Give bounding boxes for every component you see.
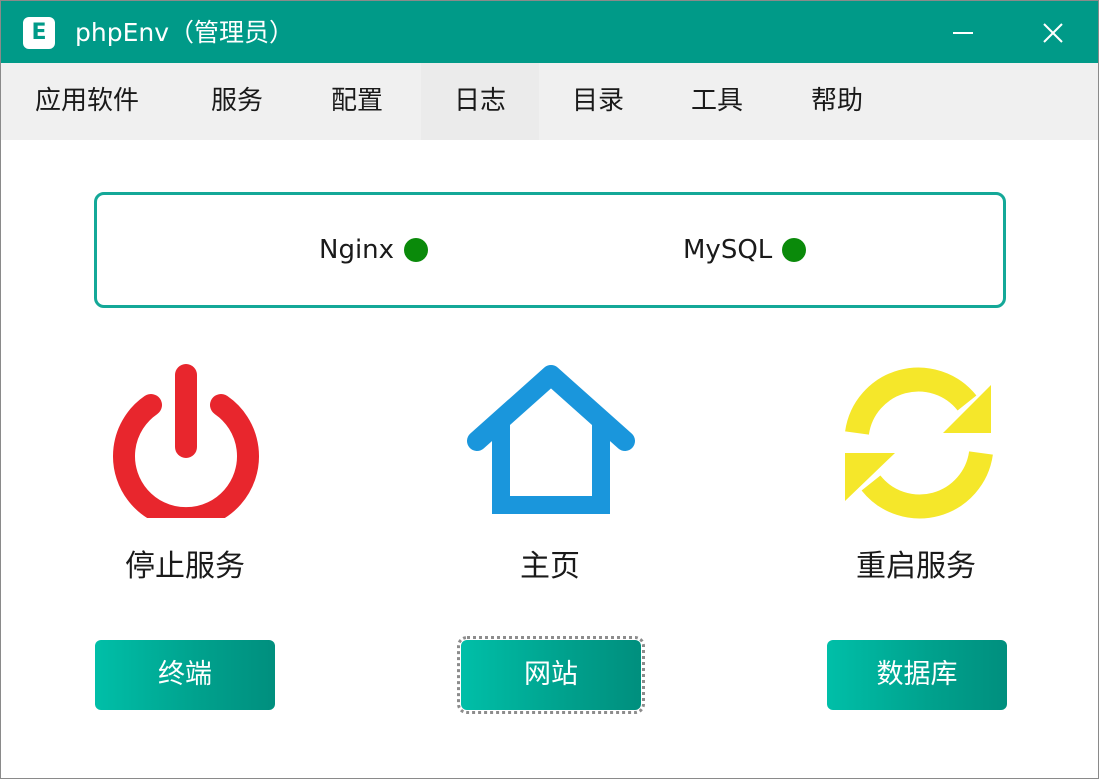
- restart-service-label[interactable]: 重启服务: [766, 547, 1066, 587]
- service-status-panel: Nginx MySQL: [94, 192, 1006, 308]
- home-action[interactable]: [463, 361, 639, 521]
- app-window: E phpEnv（管理员） 应用软件 服务 配置 日志 目录 工具 帮助 Ngi…: [0, 0, 1099, 779]
- website-button[interactable]: 网站: [457, 636, 645, 714]
- terminal-button[interactable]: 终端: [95, 640, 275, 710]
- title-bar[interactable]: E phpEnv（管理员）: [1, 1, 1098, 63]
- status-nginx: Nginx: [319, 195, 429, 305]
- status-mysql: MySQL: [683, 195, 807, 305]
- menu-bar: 应用软件 服务 配置 日志 目录 工具 帮助: [1, 63, 1098, 140]
- menu-item-directory[interactable]: 目录: [572, 63, 624, 140]
- status-mysql-label: MySQL: [683, 235, 773, 265]
- minimize-icon: [953, 32, 973, 34]
- status-nginx-indicator: [404, 238, 429, 262]
- power-icon: [113, 364, 259, 530]
- status-nginx-label: Nginx: [319, 235, 395, 265]
- menu-item-config[interactable]: 配置: [331, 63, 383, 140]
- menu-item-apps[interactable]: 应用软件: [35, 63, 139, 140]
- stop-service-label[interactable]: 停止服务: [35, 547, 335, 587]
- menu-item-tools[interactable]: 工具: [691, 63, 743, 140]
- refresh-icon: [845, 367, 993, 519]
- status-mysql-indicator: [782, 238, 807, 262]
- menu-item-logs[interactable]: 日志: [421, 63, 539, 140]
- database-button[interactable]: 数据库: [827, 640, 1007, 710]
- app-logo-icon: E: [23, 17, 55, 49]
- close-icon: [1043, 23, 1063, 43]
- menu-item-help[interactable]: 帮助: [811, 63, 863, 140]
- close-button[interactable]: [1033, 13, 1073, 53]
- stop-service-action[interactable]: [111, 363, 261, 530]
- minimize-button[interactable]: [943, 13, 983, 53]
- window-title: phpEnv（管理员）: [75, 18, 295, 47]
- menu-item-services[interactable]: 服务: [211, 63, 263, 140]
- home-icon: [467, 365, 635, 514]
- restart-service-action[interactable]: [839, 363, 999, 527]
- home-label[interactable]: 主页: [400, 547, 700, 587]
